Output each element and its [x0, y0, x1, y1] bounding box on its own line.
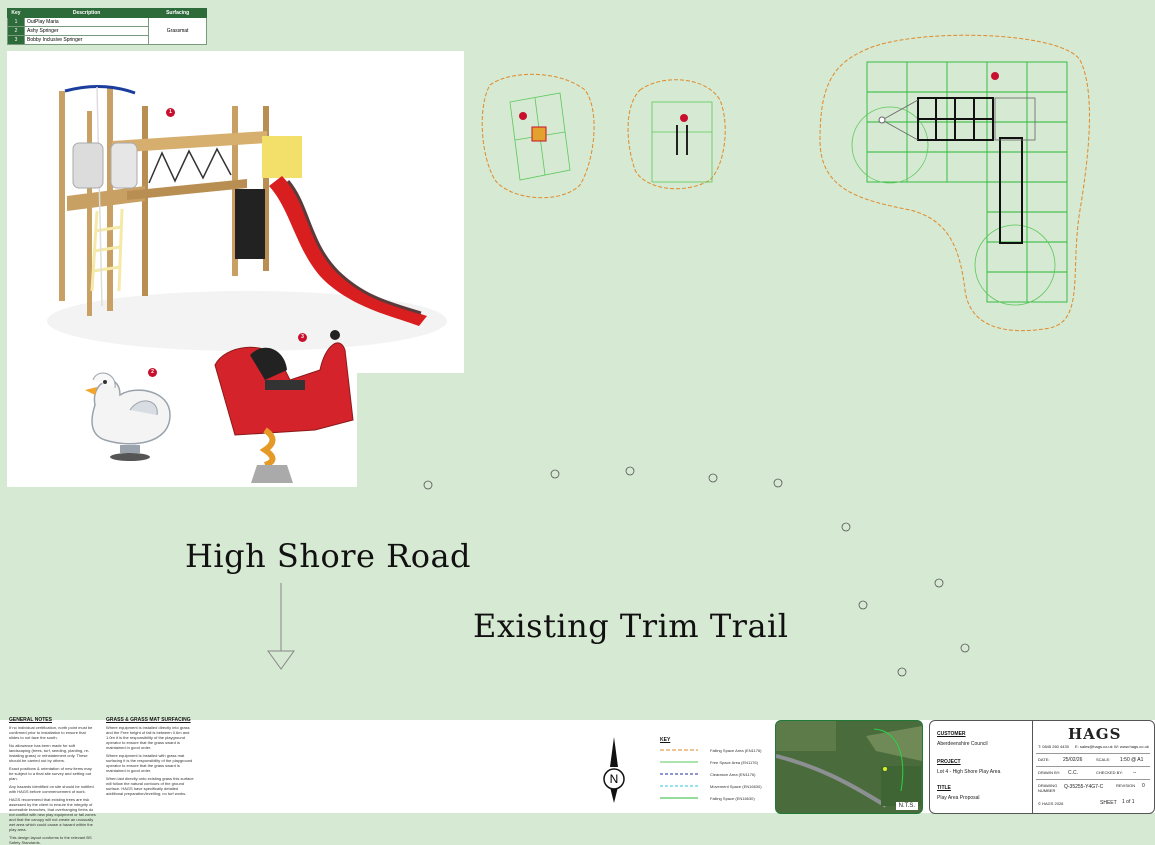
legend-swatches [660, 749, 698, 799]
grass-notes: GRASS & GRASS MAT SURFACING Where equipm… [106, 717, 194, 796]
note-paragraph: HAGS recommend that existing trees are r… [9, 797, 96, 832]
note-paragraph: This design layout conforms to the relev… [9, 835, 92, 845]
customer-label: CUSTOMER [937, 731, 966, 737]
date-value: 25/02/26 [1063, 757, 1083, 763]
checked-by-value: -- [1133, 770, 1137, 776]
note-paragraph: When laid directly onto existing grass t… [106, 776, 194, 796]
legend-title: KEY [660, 737, 671, 743]
surfacing-header: Surfacing [148, 8, 207, 18]
title-value: Play Area Proposal [937, 795, 980, 801]
general-notes-heading: GENERAL NOTES [9, 717, 52, 723]
equipment-number-badge: 3 [298, 333, 307, 342]
customer-value: Aberdeenshire Council [937, 741, 988, 747]
description-cell: OutPlay Maria [23, 17, 150, 27]
high-shore-road-label: High Shore Road [185, 537, 472, 575]
grass-notes-heading: GRASS & GRASS MAT SURFACING [106, 717, 191, 723]
email: E: sales@hags.co.uk [1075, 744, 1113, 749]
hags-logo: HAGS [1068, 725, 1122, 743]
map-scale-label: N.T.S. [895, 802, 918, 810]
row-divider [1036, 766, 1150, 767]
existing-trim-trail-label: Existing Trim Trail [473, 607, 789, 645]
ashy-springer-render [85, 372, 171, 461]
general-notes: GENERAL NOTES If no individual certifica… [9, 717, 97, 845]
location-map: N.T.S. [775, 720, 923, 814]
down-arrow-icon [267, 583, 295, 670]
project-label: PROJECT [937, 759, 961, 765]
equipment-number-badge: 1 [166, 108, 175, 117]
legend-item: Falling Space Area (EN1176) [710, 748, 762, 753]
row-divider [1036, 753, 1150, 754]
key-header: Key [7, 8, 25, 18]
key-table: Key Description Surfacing 1 OutPlay Mari… [7, 8, 207, 45]
revision-label: REVISION [1116, 783, 1136, 788]
site-plan-layout [481, 34, 1090, 332]
legend-item: Falling Space (EN16630) [710, 796, 755, 801]
project-value: Lot 4 - High Shore Play Area [937, 769, 1001, 775]
note-paragraph: Any hazards identified on site should be… [9, 784, 94, 794]
north-label: N [609, 772, 619, 786]
surfacing-cell: Grassmat [148, 17, 207, 45]
phone: T: 0845 260 4430 [1038, 744, 1069, 749]
legend-item: Movement Space (EN16630) [710, 784, 762, 789]
description-cell: Ashy Springer [23, 26, 150, 36]
trim-trail-markers [423, 466, 970, 677]
scale-value: 1:50 @ A1 [1120, 757, 1144, 763]
drawn-by-value: C.C. [1068, 770, 1078, 776]
copyright: © HAGS 2026 [1038, 801, 1064, 806]
checked-by-label: CHECKED BY: [1096, 770, 1123, 775]
key-cell: 3 [7, 35, 25, 45]
sheet-value: 1 of 1 [1122, 799, 1135, 805]
title-label: TITLE [937, 785, 951, 791]
revision-value: 0 [1142, 783, 1145, 789]
drawn-by-label: DRAWN BY: [1038, 770, 1061, 775]
equipment-number-badge: 2 [148, 368, 157, 377]
website: W: www.hags.co.uk [1114, 744, 1149, 749]
scale-label: SCALE: [1096, 757, 1111, 762]
note-paragraph: If no individual certification, north po… [9, 725, 93, 740]
note-paragraph: Where equipment is installed directly in… [106, 725, 190, 750]
note-paragraph: No allowance has been made for soft land… [9, 743, 90, 763]
sheet-label: SHEET [1100, 800, 1117, 806]
title-block: CUSTOMER Aberdeenshire Council PROJECT L… [929, 720, 1155, 814]
drawing-number-label: DRAWING NUMBER [1038, 783, 1058, 793]
note-paragraph: Where equipment is installed with grass … [106, 753, 193, 773]
key-cell: 1 [7, 17, 25, 27]
north-arrow-icon [603, 737, 625, 803]
bobby-inclusive-springer-render [214, 330, 354, 483]
description-cell: Bobby Inclusive Springer [23, 35, 150, 45]
description-header: Description [23, 8, 150, 18]
drawing-number-value: Q-35255-Y4G7-C [1064, 784, 1104, 790]
legend: KEY [660, 737, 760, 743]
row-divider [1036, 779, 1150, 780]
title-block-divider [1032, 721, 1033, 813]
aerial-photo [776, 721, 922, 813]
legend-item: Free Space Area (EN1176) [710, 760, 758, 765]
note-paragraph: Exact positions & orientation of new ite… [9, 766, 92, 781]
key-cell: 2 [7, 26, 25, 36]
legend-item: Clearance Area (EN1176) [710, 772, 756, 777]
date-label: DATE: [1038, 757, 1050, 762]
